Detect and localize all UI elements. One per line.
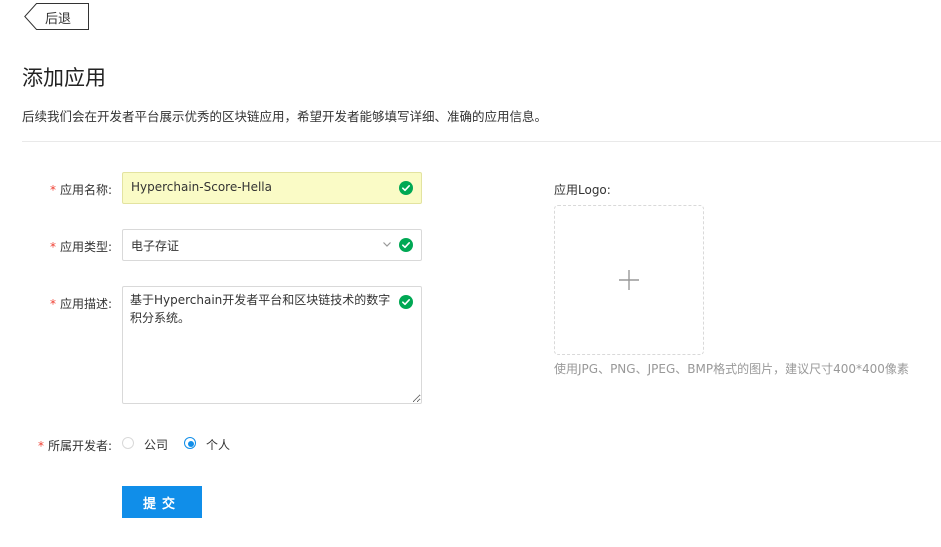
required-mark: * — [50, 297, 56, 311]
radio-circle — [122, 437, 134, 449]
required-mark: * — [50, 240, 56, 254]
submit-button[interactable]: 提交 — [122, 486, 202, 518]
logo-label: 应用Logo: — [554, 183, 611, 197]
check-circle-icon — [399, 181, 413, 195]
app-name-input[interactable]: Hyperchain-Score-Hella — [122, 172, 422, 204]
required-mark: * — [38, 439, 44, 453]
page-description: 后续我们会在开发者平台展示优秀的区块链应用，希望开发者能够填写详细、准确的应用信… — [22, 109, 548, 124]
developer-label-text: 所属开发者: — [48, 439, 113, 453]
app-desc-textarea[interactable]: 基于Hyperchain开发者平台和区块链技术的数字积分系统。 — [122, 286, 422, 404]
logo-hint: 使用JPG、PNG、JPEG、BMP格式的图片，建议尺寸400*400像素 — [554, 362, 909, 376]
app-name-value: Hyperchain-Score-Hella — [131, 180, 272, 194]
app-type-label: * 应用类型: — [50, 238, 112, 255]
logo-upload[interactable] — [554, 205, 704, 355]
divider — [22, 141, 941, 142]
required-mark: * — [50, 183, 56, 197]
app-type-label-text: 应用类型: — [60, 240, 113, 254]
developer-label: * 所属开发者: — [38, 437, 112, 454]
chevron-down-icon — [382, 239, 392, 252]
app-name-label: * 应用名称: — [50, 181, 112, 198]
back-button-label: 后退 — [45, 12, 72, 27]
app-name-label-text: 应用名称: — [60, 183, 113, 197]
app-desc-label-text: 应用描述: — [60, 297, 113, 311]
radio-circle — [184, 437, 196, 449]
app-type-value: 电子存证 — [131, 239, 180, 253]
radio-company-label: 公司 — [144, 438, 169, 452]
check-circle-icon — [399, 295, 413, 309]
app-type-select[interactable]: 电子存证 — [122, 229, 422, 261]
app-desc-label: * 应用描述: — [50, 295, 112, 312]
check-circle-icon — [399, 238, 413, 252]
plus-icon — [619, 270, 639, 290]
radio-individual-label: 个人 — [206, 438, 231, 452]
back-button[interactable]: 后退 — [24, 3, 89, 30]
page-title: 添加应用 — [22, 66, 106, 90]
